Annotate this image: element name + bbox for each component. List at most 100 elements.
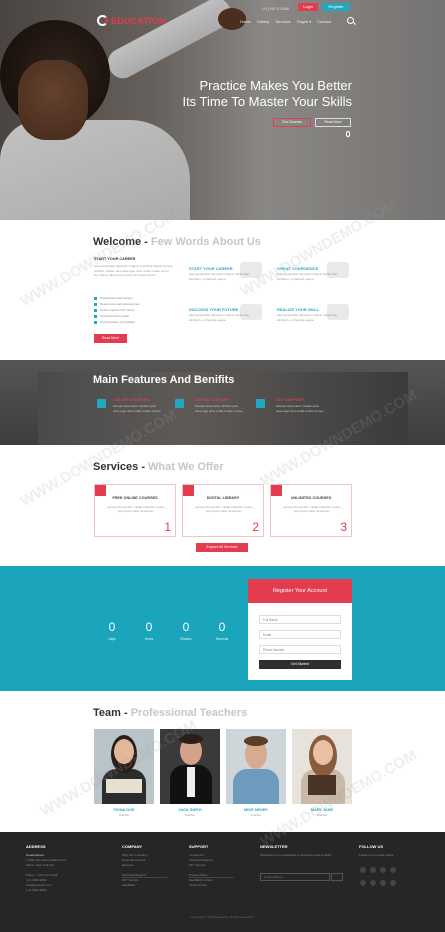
menu-item-pages[interactable]: Pages ▾ bbox=[297, 19, 311, 24]
service-card-number: 3 bbox=[340, 520, 347, 534]
our-courses-button[interactable]: Our Courses bbox=[273, 118, 311, 127]
counter-value: 0 bbox=[108, 620, 116, 634]
book-prop bbox=[106, 779, 142, 793]
register-form: Register Your Account Full Name Email Ph… bbox=[248, 579, 352, 680]
main-features-title: Main Features And Benifits bbox=[93, 374, 235, 386]
facebook-icon[interactable] bbox=[360, 867, 366, 873]
team-photo-3[interactable] bbox=[226, 729, 286, 804]
hero-banner: EDUCATION (+1) 8874 5386 Login Register … bbox=[0, 0, 445, 220]
feature-item-title: DIGITAL LIBRARY bbox=[195, 397, 230, 402]
photo-body bbox=[233, 769, 279, 804]
google-plus-icon[interactable] bbox=[380, 867, 386, 873]
feature-title: START YOUR CAREER bbox=[189, 266, 233, 271]
send-icon[interactable] bbox=[331, 873, 343, 881]
team-photo-2[interactable] bbox=[160, 729, 220, 804]
team-title-main: Team - bbox=[93, 707, 131, 719]
counter-value: 0 bbox=[182, 620, 190, 634]
search-icon[interactable] bbox=[347, 17, 354, 24]
footer-divider bbox=[189, 877, 234, 878]
newsletter-email-input[interactable]: Email address bbox=[260, 873, 330, 881]
feature-item-text: Aenean fermentum. Nullam quis risus eget… bbox=[195, 404, 244, 413]
pinterest-icon[interactable] bbox=[360, 880, 366, 886]
team-photo-1[interactable] bbox=[94, 729, 154, 804]
service-card-text: Aenean fermentum. Nullam blandit mi risu… bbox=[283, 505, 341, 514]
team-member-name[interactable]: JACK SMITH bbox=[160, 808, 220, 812]
counter-minutes: 0 Minutes bbox=[171, 620, 201, 641]
register-button[interactable]: Register bbox=[322, 3, 350, 11]
footer-address-title: ADDRESS bbox=[26, 844, 46, 849]
register-form-title: Register Your Account bbox=[248, 579, 352, 603]
footer-address: Headquarters 1 Main Str, Green Valley Dr… bbox=[26, 853, 96, 893]
photo-hair bbox=[244, 736, 268, 746]
hero-title: Practice Makes You Better Its Time To Ma… bbox=[182, 78, 352, 110]
welcome-left-heading: START YOUR CAREER bbox=[94, 257, 136, 261]
phone-number: (+1) 8874 5386 bbox=[262, 6, 290, 11]
twitter-icon[interactable] bbox=[370, 867, 376, 873]
copyright: Copyright © 2016 Education. All rights r… bbox=[190, 915, 255, 919]
counter-value: 0 bbox=[145, 620, 153, 634]
hero-title-line2: Its Time To Master Your Skills bbox=[182, 94, 352, 109]
footer-link[interactable]: Feedback bbox=[122, 883, 177, 888]
login-button[interactable]: Login bbox=[298, 3, 318, 11]
check-icon bbox=[94, 302, 97, 306]
phone-field[interactable]: Phone Number bbox=[259, 645, 341, 654]
scroll-down-icon[interactable] bbox=[346, 131, 350, 137]
team-title-muted: Professional Teachers bbox=[130, 707, 248, 719]
full-name-field[interactable]: Full Name bbox=[259, 615, 341, 624]
youtube-icon[interactable] bbox=[380, 880, 386, 886]
team-photo-4[interactable] bbox=[292, 729, 352, 804]
menu-item-gallery[interactable]: Gallery bbox=[257, 19, 270, 24]
get-started-button[interactable]: Get Started bbox=[259, 660, 341, 669]
check-icon bbox=[94, 308, 97, 312]
book-icon bbox=[183, 485, 194, 496]
service-card-text: Aenean fermentum. Nullam blandit mi risu… bbox=[195, 505, 253, 514]
team-member-role: Teacher bbox=[250, 813, 262, 817]
welcome-read-more-button[interactable]: Read More bbox=[94, 334, 127, 343]
team-member-name[interactable]: FIONA DOE bbox=[94, 808, 154, 812]
menu-item-contact[interactable]: Contact bbox=[317, 19, 331, 24]
menu-item-home[interactable]: Home bbox=[240, 19, 251, 24]
read-more-button[interactable]: Read More bbox=[315, 118, 351, 127]
feature-text: Sed perspiciatis dignissim magna. Nulla … bbox=[189, 313, 250, 322]
photo-hair bbox=[179, 734, 203, 744]
check-icon bbox=[94, 314, 97, 318]
counter-days: 0 Days bbox=[97, 620, 127, 641]
service-card-number: 1 bbox=[164, 520, 171, 534]
team-member-name[interactable]: MIKE HENRY bbox=[226, 808, 286, 812]
team-member-role: Teacher bbox=[316, 813, 328, 817]
team-title: Team - Professional Teachers bbox=[93, 707, 247, 719]
menu-item-services[interactable]: Services bbox=[275, 19, 290, 24]
explore-services-button[interactable]: Explore All Services bbox=[196, 543, 248, 552]
shirt bbox=[187, 767, 195, 797]
list-item: Cross browser compatible bbox=[94, 319, 140, 325]
feature-item-text: Aenean fermentum. Nullam quis risus eget… bbox=[113, 404, 162, 413]
instagram-icon[interactable] bbox=[370, 880, 376, 886]
footer-follow-text: Follow us on social media bbox=[359, 853, 394, 857]
footer-link[interactable]: Terms of Use bbox=[189, 883, 244, 888]
rss-icon[interactable] bbox=[390, 880, 396, 886]
service-card-title: UNLIMITED COURSES bbox=[290, 496, 332, 500]
address-line: (+1) 0000 0000 bbox=[26, 888, 47, 893]
service-card[interactable]: FREE ONLINE COURSES Aenean fermentum. Nu… bbox=[94, 484, 176, 537]
team-member-name[interactable]: MARY JANE bbox=[292, 808, 352, 812]
check-icon bbox=[94, 296, 97, 300]
service-card[interactable]: UNLIMITED COURSES Aenean fermentum. Null… bbox=[270, 484, 352, 537]
service-card-number: 2 bbox=[252, 520, 259, 534]
linkedin-icon[interactable] bbox=[390, 867, 396, 873]
infinity-icon bbox=[271, 485, 282, 496]
welcome-title-muted: Few Words About Us bbox=[150, 236, 261, 248]
counter-label: Minutes bbox=[180, 637, 192, 641]
logo-text: EDUCATION bbox=[111, 15, 166, 26]
feature-title: REALIZE YOUR SKILL bbox=[277, 307, 320, 312]
counter-label: Seconds bbox=[215, 637, 229, 641]
page: EDUCATION (+1) 8874 5386 Login Register … bbox=[0, 0, 445, 932]
photo-face bbox=[313, 740, 333, 765]
feature-text: Sed perspiciatis dignissim magna. Nulla … bbox=[277, 313, 338, 322]
counter-label: Hours bbox=[144, 637, 154, 641]
service-card-title: FREE ONLINE COURSES bbox=[112, 496, 158, 500]
library-icon bbox=[175, 399, 184, 408]
service-card-title: DIGITAL LIBRARY bbox=[206, 496, 240, 500]
logo[interactable]: EDUCATION bbox=[97, 15, 166, 26]
service-card[interactable]: DIGITAL LIBRARY Aenean fermentum. Nullam… bbox=[182, 484, 264, 537]
email-field[interactable]: Email bbox=[259, 630, 341, 639]
